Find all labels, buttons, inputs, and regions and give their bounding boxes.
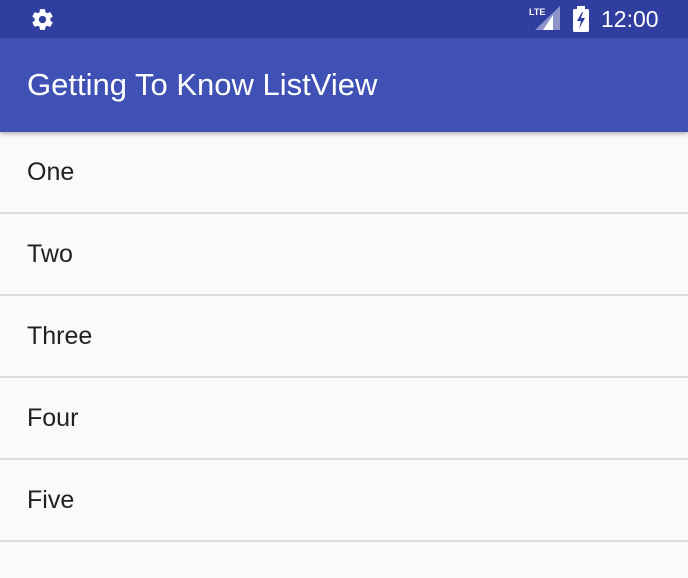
list-view[interactable]: One Two Three Four Five xyxy=(0,132,688,578)
network-label: LTE xyxy=(529,7,545,17)
list-item-two[interactable]: Two xyxy=(0,214,688,296)
list-item-three[interactable]: Three xyxy=(0,296,688,378)
list-item-one[interactable]: One xyxy=(0,132,688,214)
lte-signal-icon: LTE xyxy=(529,6,560,30)
list-item-label: Four xyxy=(27,404,79,432)
list-item-label: Two xyxy=(27,240,73,268)
app-title: Getting To Know ListView xyxy=(27,67,378,102)
list-item-four[interactable]: Four xyxy=(0,378,688,460)
list-item-five[interactable]: Five xyxy=(0,460,688,542)
list-item-label: Five xyxy=(27,486,75,514)
app-bar: Getting To Know ListView xyxy=(0,38,688,132)
status-bar: LTE 12:00 xyxy=(0,0,688,38)
gear-icon xyxy=(32,9,53,30)
battery-charging-icon xyxy=(573,6,589,32)
status-time: 12:00 xyxy=(601,6,659,32)
list-item-label: One xyxy=(27,158,75,186)
list-item-label: Three xyxy=(27,322,93,350)
